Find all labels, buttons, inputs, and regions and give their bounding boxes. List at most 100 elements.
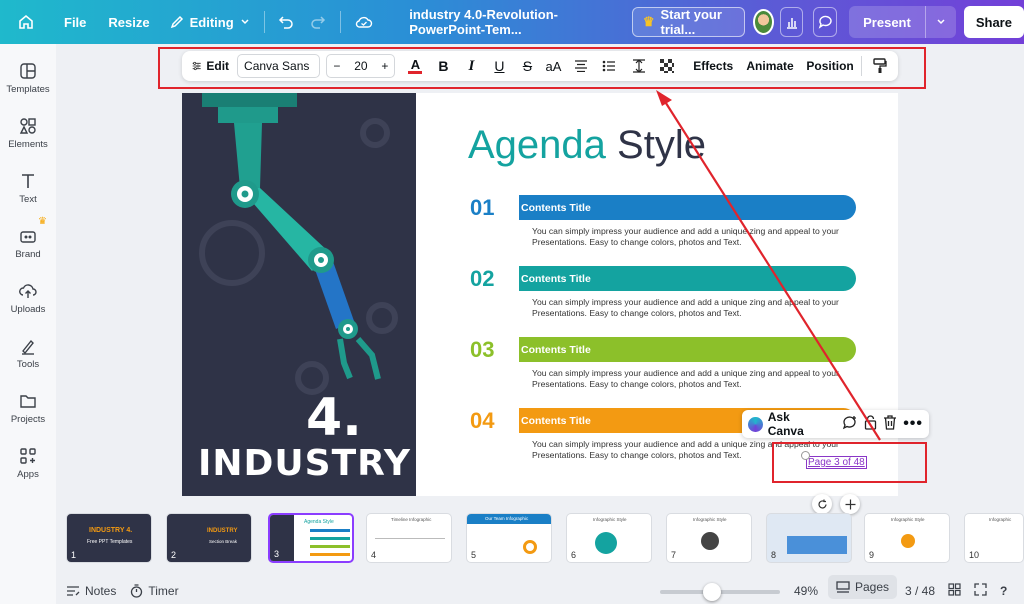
notes-button[interactable]: Notes	[66, 584, 116, 598]
paint-roller-icon	[873, 58, 887, 73]
ask-canva-button[interactable]: Ask Canva	[748, 410, 828, 438]
divider	[340, 11, 342, 33]
sidebar-item-brand[interactable]: Brand	[0, 227, 56, 260]
rotate-handle[interactable]	[812, 494, 832, 514]
page-thumbnail[interactable]: INDUSTRY Section Break 2	[166, 513, 252, 563]
fullscreen-button[interactable]	[974, 583, 987, 599]
page-thumbnail[interactable]: Infographic Style 9	[864, 513, 950, 563]
animate-button[interactable]: Animate	[745, 54, 795, 78]
text-color-icon: A	[410, 56, 421, 72]
sidebar-item-projects[interactable]: Projects	[0, 392, 56, 425]
decrease-size-button[interactable]: −	[333, 59, 340, 73]
sidebar-item-text[interactable]: Text	[0, 172, 56, 205]
comments-button[interactable]	[813, 7, 838, 37]
slide-left-panel: 4. INDUSTRY	[182, 93, 416, 496]
zoom-level[interactable]: 49%	[794, 584, 818, 598]
avatar[interactable]	[752, 9, 774, 35]
spacing-icon	[633, 59, 646, 73]
page-number-link[interactable]: Page 3 of 48	[806, 456, 867, 469]
document-title[interactable]: industry 4.0-Revolution-PowerPoint-Tem..…	[401, 7, 620, 37]
agenda-bar-3: Contents Title	[519, 337, 856, 362]
page-thumbnail[interactable]: Our Team Infographic 5	[466, 513, 552, 563]
comment-plus-icon	[843, 416, 857, 430]
uploads-icon	[19, 284, 37, 298]
align-button[interactable]	[569, 54, 593, 78]
italic-button[interactable]: I	[459, 54, 483, 78]
page-thumbnail[interactable]: 8	[766, 513, 852, 563]
letter-case-button[interactable]: aA	[541, 54, 565, 78]
grid-icon	[948, 583, 961, 596]
font-size-value[interactable]: 20	[354, 59, 367, 73]
start-trial-button[interactable]: ♛ Start your trial...	[631, 7, 745, 37]
brand-icon	[20, 231, 36, 243]
pencil-icon	[170, 15, 183, 29]
bold-button[interactable]: B	[431, 54, 455, 78]
effects-button[interactable]: Effects	[691, 54, 735, 78]
undo-icon	[279, 16, 294, 29]
redo-button[interactable]	[302, 7, 334, 37]
increase-size-button[interactable]: +	[381, 59, 388, 73]
transparency-button[interactable]	[655, 54, 679, 78]
undo-button[interactable]	[270, 7, 302, 37]
slide-title: Agenda Style	[468, 123, 706, 167]
resize-menu[interactable]: Resize	[100, 7, 157, 37]
position-button[interactable]: Position	[805, 54, 855, 78]
present-options-button[interactable]	[926, 17, 956, 27]
text-color-button[interactable]: A	[403, 54, 427, 78]
present-button[interactable]: Present	[849, 6, 956, 38]
font-family-select[interactable]: Canva Sans	[237, 54, 321, 78]
chevron-down-icon	[937, 19, 945, 25]
copy-style-button[interactable]	[868, 54, 892, 78]
agenda-desc-1: You can simply impress your audience and…	[532, 226, 839, 247]
help-button[interactable]: ?	[1000, 584, 1007, 598]
robotic-arm-illustration	[199, 93, 398, 395]
more-options-button[interactable]: •••	[903, 415, 923, 433]
text-icon	[22, 174, 34, 188]
tools-icon	[22, 339, 34, 355]
apps-icon	[20, 448, 36, 464]
pages-button[interactable]: Pages	[828, 575, 898, 599]
font-size-stepper[interactable]: − 20 +	[326, 54, 396, 78]
page-thumbnail[interactable]: INDUSTRY 4. Free PPT Templates 1	[66, 513, 152, 563]
spacing-button[interactable]	[627, 54, 651, 78]
move-icon	[845, 499, 855, 509]
sidebar-item-tools[interactable]: Tools	[0, 337, 56, 370]
trash-icon	[884, 415, 897, 430]
underline-button[interactable]: U	[487, 54, 511, 78]
strikethrough-button[interactable]: S	[515, 54, 539, 78]
page-thumbnail[interactable]: Timeline Infographic 4	[366, 513, 452, 563]
timer-button[interactable]: Timer	[130, 584, 179, 598]
add-comment-button[interactable]	[842, 415, 858, 433]
text-formatting-toolbar: Edit Canva Sans − 20 + A B I U S aA Effe…	[182, 51, 898, 81]
pages-icon	[836, 581, 850, 593]
sidebar-item-apps[interactable]: Apps	[0, 447, 56, 480]
insights-button[interactable]	[779, 7, 804, 37]
big-word: INDUSTRY	[198, 443, 411, 484]
page-thumbnail[interactable]: Infographic Style 6	[566, 513, 652, 563]
editing-mode-menu[interactable]: Editing	[162, 7, 258, 37]
agenda-number-4: 04	[470, 408, 495, 433]
file-menu[interactable]: File	[56, 7, 94, 37]
edit-button[interactable]: Edit	[188, 54, 233, 78]
page-thumbnail[interactable]: Infographic Style 7	[666, 513, 752, 563]
page-thumbnail[interactable]: Infographic 10	[964, 513, 1024, 563]
share-button[interactable]: Share	[963, 6, 1024, 38]
bullet-list-icon	[603, 60, 616, 72]
page-thumbnail[interactable]: Agenda Style 3	[268, 513, 354, 563]
sidebar-item-templates[interactable]: Templates	[0, 62, 56, 95]
selection-handle[interactable]	[801, 451, 810, 460]
home-button[interactable]	[10, 7, 42, 37]
delete-button[interactable]	[883, 415, 897, 433]
zoom-slider-handle[interactable]	[703, 583, 721, 601]
color-swatch	[408, 70, 423, 74]
comment-icon	[818, 15, 832, 29]
list-button[interactable]	[597, 54, 621, 78]
move-handle[interactable]	[840, 494, 860, 514]
sidebar-item-uploads[interactable]: Uploads	[0, 282, 56, 315]
cloud-save-button[interactable]	[347, 7, 381, 37]
sidebar-item-elements[interactable]: Elements	[0, 117, 56, 150]
align-center-icon	[575, 60, 588, 72]
grid-view-button[interactable]	[948, 583, 961, 599]
lock-button[interactable]	[864, 415, 877, 433]
agenda-number-2: 02	[470, 266, 495, 291]
